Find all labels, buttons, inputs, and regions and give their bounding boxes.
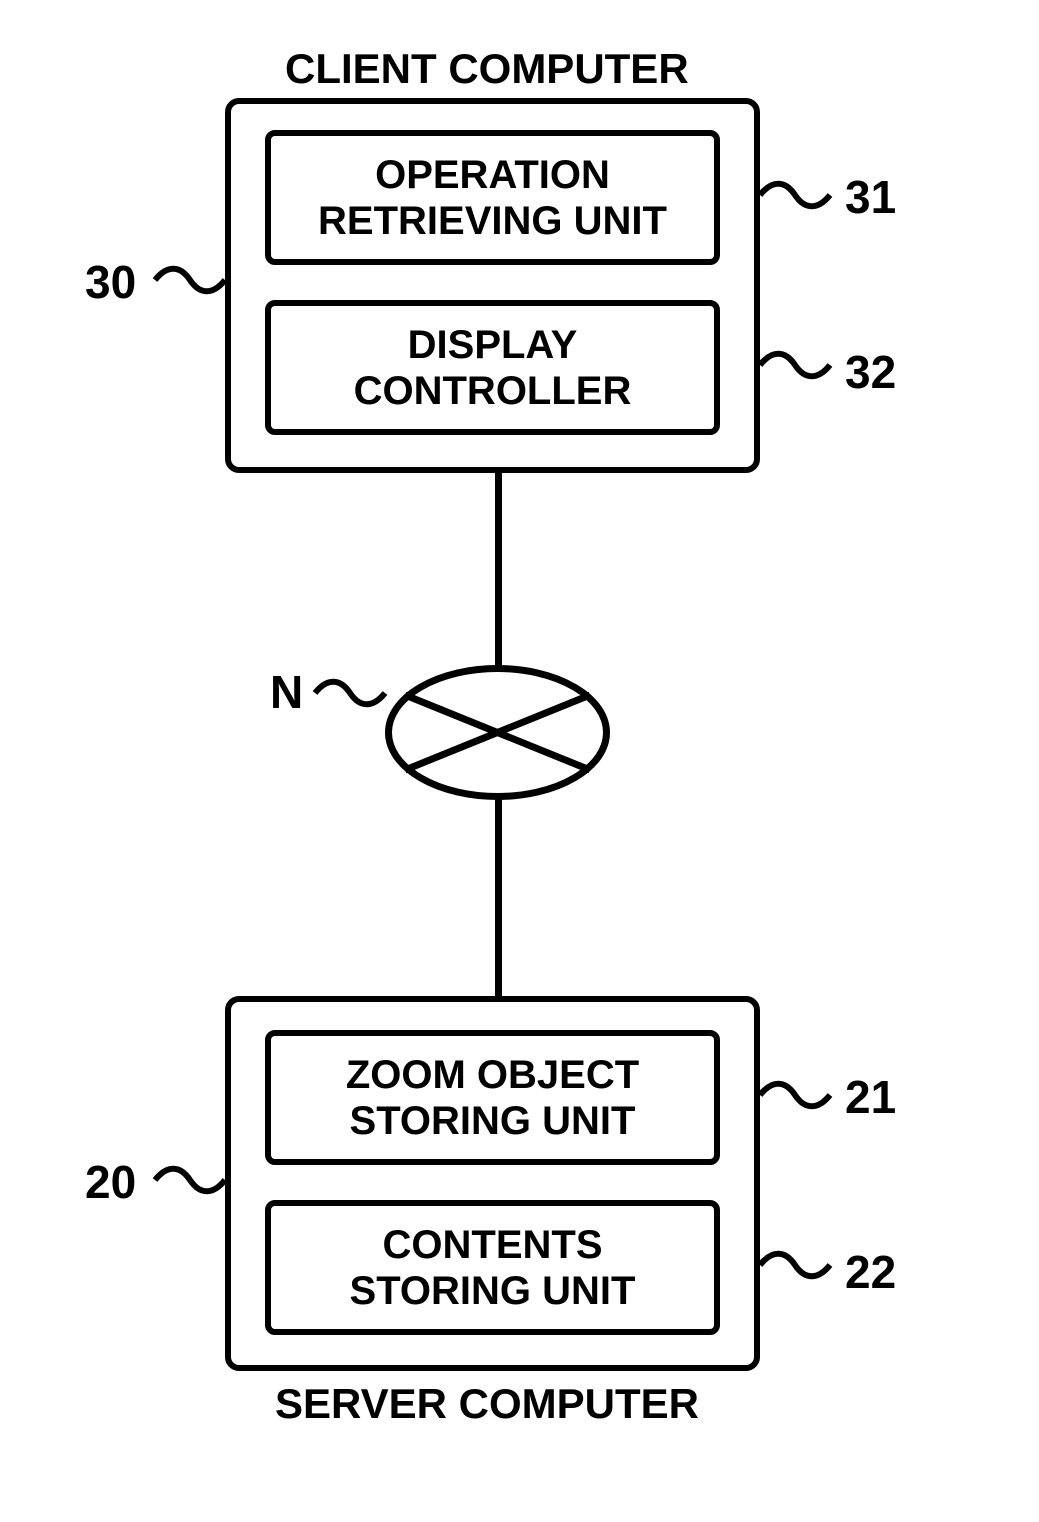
operation-retrieving-unit-box: OPERATION RETRIEVING UNIT — [265, 130, 720, 265]
ref-wave-22 — [760, 1245, 830, 1285]
ref-31: 31 — [845, 170, 896, 224]
ref-32: 32 — [845, 345, 896, 399]
contents-storing-unit-box: CONTENTS STORING UNIT — [265, 1200, 720, 1335]
ref-wave-21 — [760, 1075, 830, 1115]
ref-20: 20 — [85, 1155, 136, 1209]
client-title: CLIENT COMPUTER — [285, 45, 689, 93]
connector-network-server — [495, 798, 502, 996]
ref-n: N — [270, 665, 303, 719]
ref-wave-31 — [760, 175, 830, 215]
display-controller-label: DISPLAY CONTROLLER — [354, 322, 632, 414]
zoom-object-storing-unit-box: ZOOM OBJECT STORING UNIT — [265, 1030, 720, 1165]
ref-21: 21 — [845, 1070, 896, 1124]
display-controller-box: DISPLAY CONTROLLER — [265, 300, 720, 435]
ref-30: 30 — [85, 255, 136, 309]
ref-wave-32 — [760, 345, 830, 385]
ref-wave-n — [315, 673, 385, 713]
contents-storing-unit-label: CONTENTS STORING UNIT — [350, 1222, 636, 1314]
zoom-object-storing-unit-label: ZOOM OBJECT STORING UNIT — [346, 1052, 639, 1144]
operation-retrieving-unit-label: OPERATION RETRIEVING UNIT — [318, 152, 667, 244]
ref-wave-20 — [155, 1160, 225, 1200]
system-block-diagram: CLIENT COMPUTER 30 OPERATION RETRIEVING … — [0, 0, 1039, 1522]
server-title: SERVER COMPUTER — [275, 1380, 699, 1428]
ref-22: 22 — [845, 1245, 896, 1299]
connector-client-network — [495, 473, 502, 666]
ref-wave-30 — [155, 260, 225, 300]
network-node-icon — [385, 665, 610, 800]
